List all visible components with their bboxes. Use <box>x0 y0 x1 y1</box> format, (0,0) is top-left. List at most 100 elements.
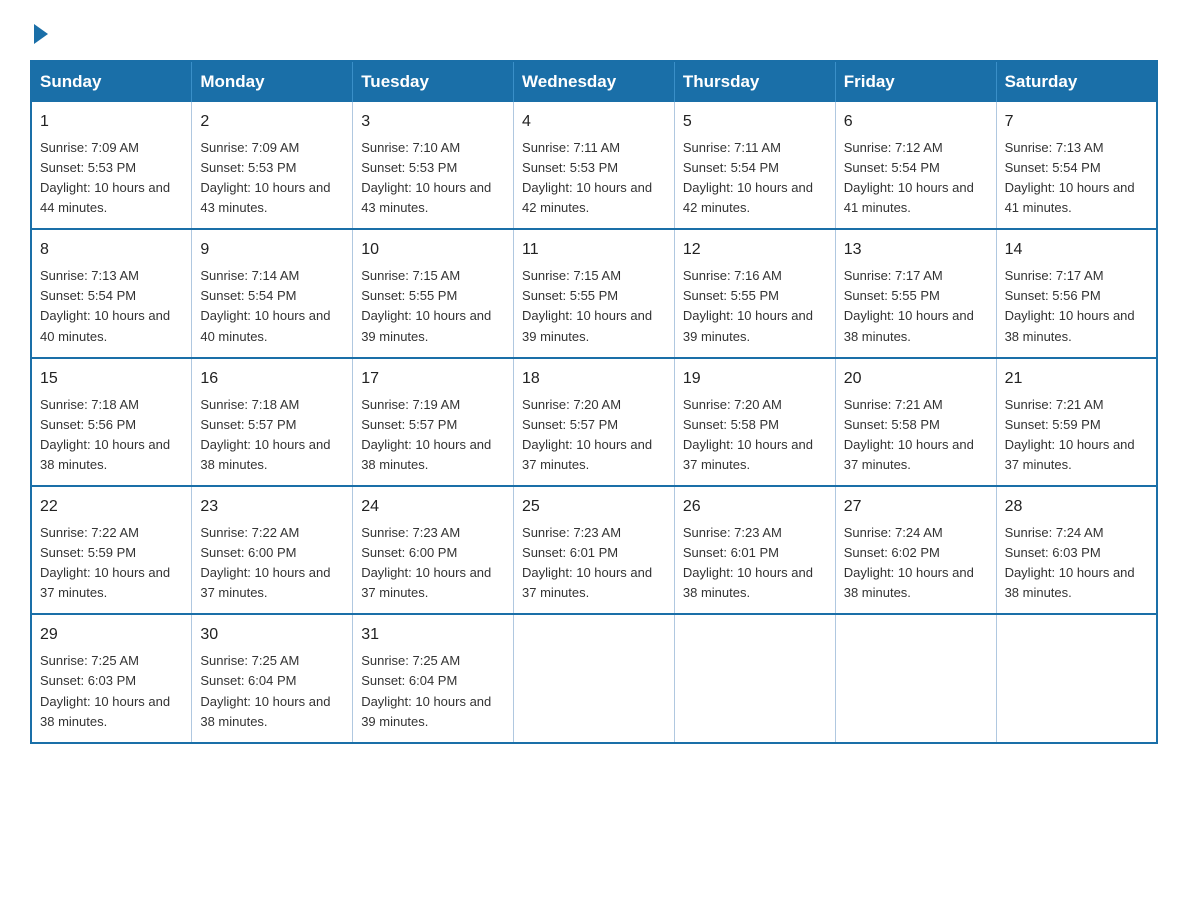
daylight-label: Daylight: 10 hours and 38 minutes. <box>200 694 330 729</box>
sunset-label: Sunset: 5:55 PM <box>844 288 940 303</box>
sunset-label: Sunset: 5:58 PM <box>844 417 940 432</box>
calendar-cell: 30 Sunrise: 7:25 AM Sunset: 6:04 PM Dayl… <box>192 614 353 742</box>
daylight-label: Daylight: 10 hours and 39 minutes. <box>683 308 813 343</box>
sunset-label: Sunset: 5:55 PM <box>683 288 779 303</box>
weekday-header-sunday: Sunday <box>31 61 192 102</box>
day-number: 28 <box>1005 495 1148 520</box>
sunset-label: Sunset: 5:53 PM <box>200 160 296 175</box>
day-number: 1 <box>40 110 183 135</box>
sunrise-label: Sunrise: 7:20 AM <box>522 397 621 412</box>
sunset-label: Sunset: 5:59 PM <box>40 545 136 560</box>
sunset-label: Sunset: 5:54 PM <box>200 288 296 303</box>
sunset-label: Sunset: 5:57 PM <box>200 417 296 432</box>
calendar-week-2: 8 Sunrise: 7:13 AM Sunset: 5:54 PM Dayli… <box>31 229 1157 357</box>
sunset-label: Sunset: 5:53 PM <box>522 160 618 175</box>
daylight-label: Daylight: 10 hours and 38 minutes. <box>1005 565 1135 600</box>
sunset-label: Sunset: 5:59 PM <box>1005 417 1101 432</box>
day-number: 3 <box>361 110 505 135</box>
calendar-cell <box>835 614 996 742</box>
calendar-cell: 10 Sunrise: 7:15 AM Sunset: 5:55 PM Dayl… <box>353 229 514 357</box>
sunrise-label: Sunrise: 7:23 AM <box>361 525 460 540</box>
sunset-label: Sunset: 5:57 PM <box>361 417 457 432</box>
calendar-cell: 1 Sunrise: 7:09 AM Sunset: 5:53 PM Dayli… <box>31 102 192 229</box>
day-number: 23 <box>200 495 344 520</box>
calendar-cell: 8 Sunrise: 7:13 AM Sunset: 5:54 PM Dayli… <box>31 229 192 357</box>
day-number: 10 <box>361 238 505 263</box>
daylight-label: Daylight: 10 hours and 38 minutes. <box>40 694 170 729</box>
sunrise-label: Sunrise: 7:09 AM <box>40 140 139 155</box>
daylight-label: Daylight: 10 hours and 37 minutes. <box>683 437 813 472</box>
logo-arrow-icon <box>34 24 48 44</box>
sunrise-label: Sunrise: 7:24 AM <box>1005 525 1104 540</box>
sunrise-label: Sunrise: 7:20 AM <box>683 397 782 412</box>
calendar-cell <box>996 614 1157 742</box>
sunset-label: Sunset: 6:00 PM <box>200 545 296 560</box>
calendar-cell: 6 Sunrise: 7:12 AM Sunset: 5:54 PM Dayli… <box>835 102 996 229</box>
daylight-label: Daylight: 10 hours and 41 minutes. <box>844 180 974 215</box>
calendar-cell: 26 Sunrise: 7:23 AM Sunset: 6:01 PM Dayl… <box>674 486 835 614</box>
day-number: 15 <box>40 367 183 392</box>
calendar-cell: 20 Sunrise: 7:21 AM Sunset: 5:58 PM Dayl… <box>835 358 996 486</box>
daylight-label: Daylight: 10 hours and 38 minutes. <box>200 437 330 472</box>
sunrise-label: Sunrise: 7:19 AM <box>361 397 460 412</box>
sunset-label: Sunset: 6:04 PM <box>361 673 457 688</box>
weekday-header-monday: Monday <box>192 61 353 102</box>
sunset-label: Sunset: 5:56 PM <box>40 417 136 432</box>
calendar-cell: 19 Sunrise: 7:20 AM Sunset: 5:58 PM Dayl… <box>674 358 835 486</box>
calendar-cell: 24 Sunrise: 7:23 AM Sunset: 6:00 PM Dayl… <box>353 486 514 614</box>
sunrise-label: Sunrise: 7:13 AM <box>40 268 139 283</box>
calendar-week-4: 22 Sunrise: 7:22 AM Sunset: 5:59 PM Dayl… <box>31 486 1157 614</box>
daylight-label: Daylight: 10 hours and 38 minutes. <box>683 565 813 600</box>
calendar-cell: 2 Sunrise: 7:09 AM Sunset: 5:53 PM Dayli… <box>192 102 353 229</box>
day-number: 19 <box>683 367 827 392</box>
calendar-week-3: 15 Sunrise: 7:18 AM Sunset: 5:56 PM Dayl… <box>31 358 1157 486</box>
sunrise-label: Sunrise: 7:17 AM <box>1005 268 1104 283</box>
sunset-label: Sunset: 6:01 PM <box>522 545 618 560</box>
sunrise-label: Sunrise: 7:15 AM <box>522 268 621 283</box>
calendar-cell: 11 Sunrise: 7:15 AM Sunset: 5:55 PM Dayl… <box>514 229 675 357</box>
sunrise-label: Sunrise: 7:25 AM <box>200 653 299 668</box>
daylight-label: Daylight: 10 hours and 42 minutes. <box>522 180 652 215</box>
calendar-cell: 4 Sunrise: 7:11 AM Sunset: 5:53 PM Dayli… <box>514 102 675 229</box>
day-number: 16 <box>200 367 344 392</box>
sunrise-label: Sunrise: 7:21 AM <box>844 397 943 412</box>
sunrise-label: Sunrise: 7:09 AM <box>200 140 299 155</box>
day-number: 31 <box>361 623 505 648</box>
day-number: 12 <box>683 238 827 263</box>
sunrise-label: Sunrise: 7:11 AM <box>522 140 620 155</box>
calendar-week-1: 1 Sunrise: 7:09 AM Sunset: 5:53 PM Dayli… <box>31 102 1157 229</box>
day-number: 7 <box>1005 110 1148 135</box>
daylight-label: Daylight: 10 hours and 38 minutes. <box>361 437 491 472</box>
sunrise-label: Sunrise: 7:15 AM <box>361 268 460 283</box>
calendar-cell: 29 Sunrise: 7:25 AM Sunset: 6:03 PM Dayl… <box>31 614 192 742</box>
weekday-header-wednesday: Wednesday <box>514 61 675 102</box>
sunrise-label: Sunrise: 7:25 AM <box>361 653 460 668</box>
sunrise-label: Sunrise: 7:11 AM <box>683 140 781 155</box>
calendar-cell <box>674 614 835 742</box>
page-header <box>30 20 1158 40</box>
day-number: 30 <box>200 623 344 648</box>
sunrise-label: Sunrise: 7:18 AM <box>200 397 299 412</box>
sunrise-label: Sunrise: 7:23 AM <box>522 525 621 540</box>
sunrise-label: Sunrise: 7:18 AM <box>40 397 139 412</box>
sunset-label: Sunset: 5:57 PM <box>522 417 618 432</box>
calendar-cell <box>514 614 675 742</box>
day-number: 29 <box>40 623 183 648</box>
daylight-label: Daylight: 10 hours and 37 minutes. <box>1005 437 1135 472</box>
day-number: 11 <box>522 238 666 263</box>
calendar-cell: 3 Sunrise: 7:10 AM Sunset: 5:53 PM Dayli… <box>353 102 514 229</box>
calendar-cell: 25 Sunrise: 7:23 AM Sunset: 6:01 PM Dayl… <box>514 486 675 614</box>
calendar-cell: 5 Sunrise: 7:11 AM Sunset: 5:54 PM Dayli… <box>674 102 835 229</box>
calendar-cell: 14 Sunrise: 7:17 AM Sunset: 5:56 PM Dayl… <box>996 229 1157 357</box>
daylight-label: Daylight: 10 hours and 39 minutes. <box>361 694 491 729</box>
sunrise-label: Sunrise: 7:25 AM <box>40 653 139 668</box>
calendar-cell: 21 Sunrise: 7:21 AM Sunset: 5:59 PM Dayl… <box>996 358 1157 486</box>
logo <box>30 20 48 40</box>
sunset-label: Sunset: 5:58 PM <box>683 417 779 432</box>
sunset-label: Sunset: 6:00 PM <box>361 545 457 560</box>
daylight-label: Daylight: 10 hours and 38 minutes. <box>40 437 170 472</box>
calendar-table: SundayMondayTuesdayWednesdayThursdayFrid… <box>30 60 1158 744</box>
day-number: 27 <box>844 495 988 520</box>
day-number: 13 <box>844 238 988 263</box>
daylight-label: Daylight: 10 hours and 38 minutes. <box>1005 308 1135 343</box>
